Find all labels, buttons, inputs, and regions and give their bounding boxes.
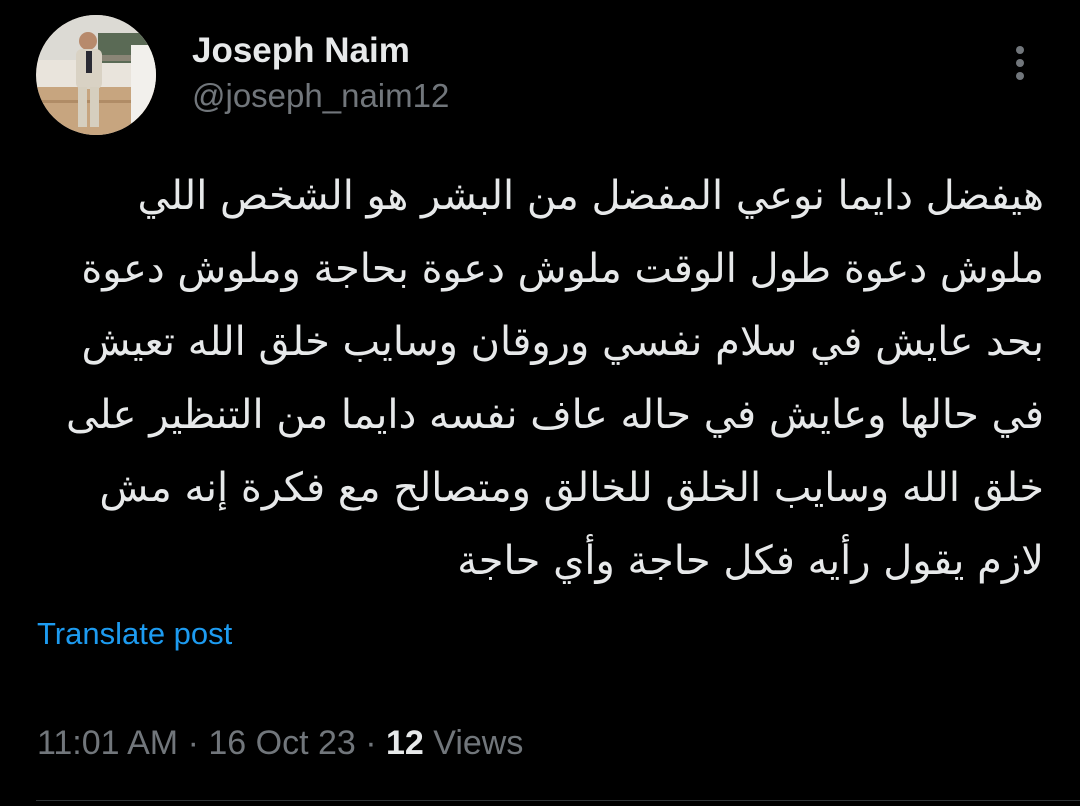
post-text-line: خلق الله وسايب الخلق للخالق ومتصالح مع ف…	[99, 465, 1044, 511]
divider	[36, 800, 1080, 801]
post-time[interactable]: 11:01 AM	[37, 724, 178, 762]
post-text-line: بحد عايش في سلام نفسي وروقان وسايب خلق ا…	[81, 319, 1044, 365]
post-text-line: ملوش دعوة طول الوقت ملوش دعوة بحاجة وملو…	[81, 246, 1044, 292]
user-handle[interactable]: @joseph_naim12	[192, 76, 449, 116]
avatar[interactable]	[36, 15, 156, 135]
display-name[interactable]: Joseph Naim	[192, 30, 410, 72]
translate-post-link[interactable]: Translate post	[37, 614, 232, 654]
meta-separator: ·	[178, 724, 209, 762]
post-date[interactable]: 16 Oct 23	[208, 724, 355, 762]
views-count: 12	[386, 724, 424, 762]
post-metadata: 11:01 AM · 16 Oct 23 · 12 Views	[37, 722, 523, 764]
more-vertical-icon	[1016, 46, 1024, 80]
post-text-line: هيفضل دايما نوعي المفضل من البشر هو الشخ…	[137, 173, 1044, 219]
post-text-line: في حالها وعايش في حاله عاف نفسه دايما من…	[66, 392, 1044, 438]
post-text-line: لازم يقول رأيه فكل حاجة وأي حاجة	[457, 538, 1044, 584]
more-options-button[interactable]	[1000, 38, 1040, 88]
tweet: Joseph Naim @joseph_naim12 هيفضل دايما ن…	[0, 0, 1080, 806]
avatar-photo	[36, 15, 156, 135]
post-text: هيفضل دايما نوعي المفضل من البشر هو الشخ…	[40, 160, 1044, 598]
meta-separator: ·	[355, 724, 386, 762]
views-label: Views	[423, 724, 524, 762]
